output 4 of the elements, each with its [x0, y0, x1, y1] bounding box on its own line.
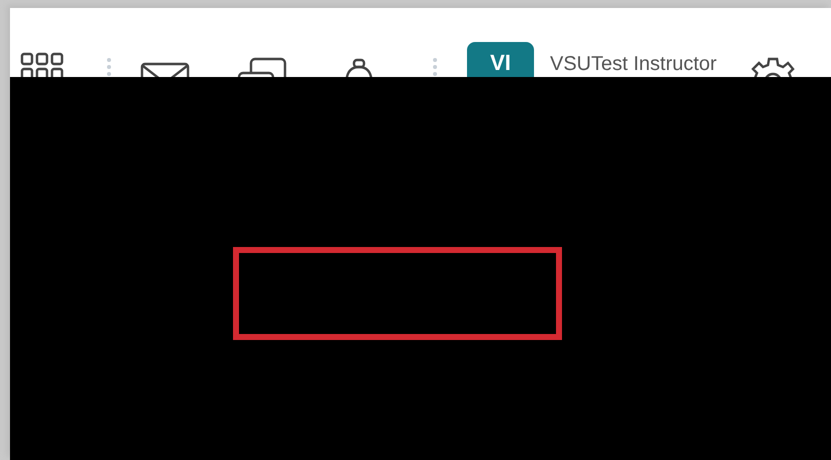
user-name[interactable]: VSUTest Instructor	[550, 52, 717, 76]
dotted-divider-icon	[432, 56, 438, 77]
avatar[interactable]: VI	[467, 42, 534, 77]
dotted-divider-icon	[106, 56, 112, 77]
